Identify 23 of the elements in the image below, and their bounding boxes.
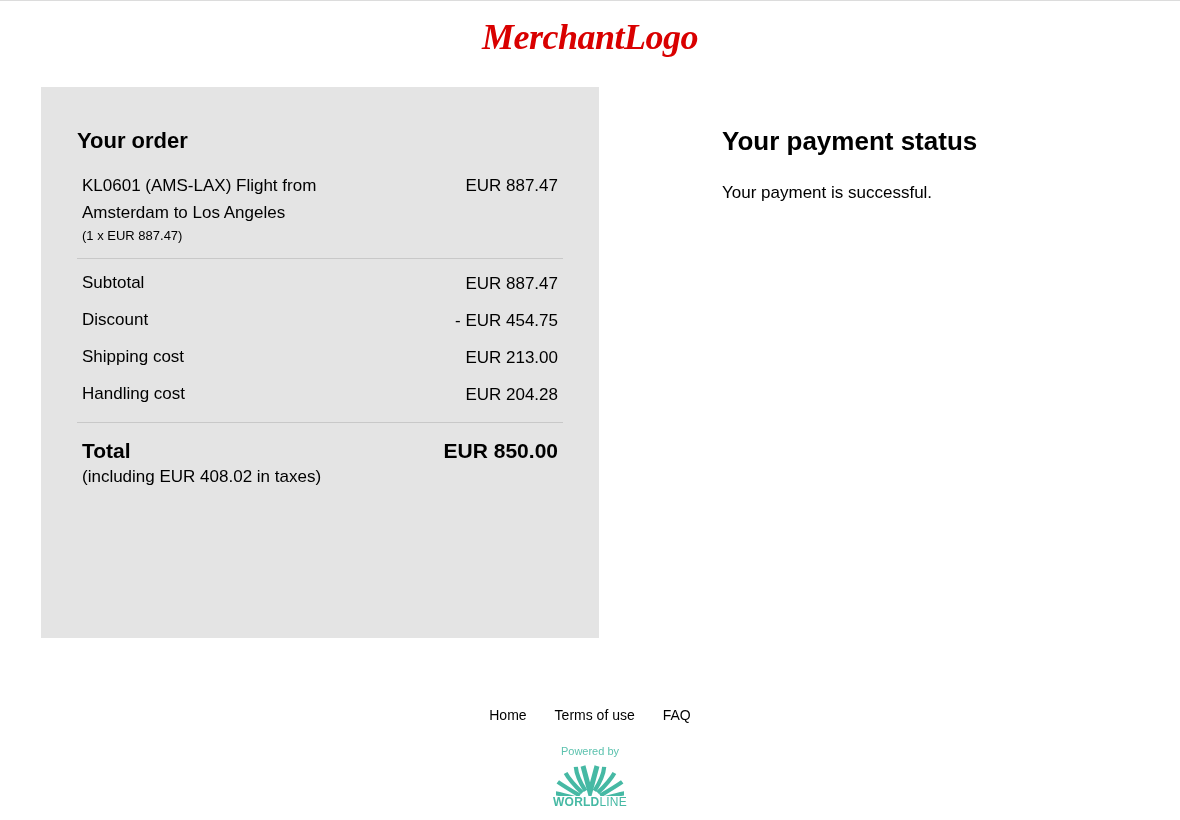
item-quantity: (1 x EUR 887.47)	[82, 228, 184, 244]
summary-label: Subtotal	[82, 272, 145, 294]
footer-link[interactable]: Terms of use	[554, 705, 635, 725]
summary-label: Shipping cost	[82, 346, 185, 368]
tax-note: (including EUR 408.02 in taxes)	[81, 466, 323, 488]
summary-value: EUR 204.28	[465, 384, 558, 406]
summary-value: EUR 887.47	[465, 273, 558, 295]
total-label: Total	[82, 438, 131, 464]
payment-status-title: Your payment status	[722, 125, 978, 157]
summary-value: - EUR 454.75	[455, 310, 558, 332]
summary-label: Handling cost	[82, 383, 185, 405]
payment-status-message: Your payment is successful.	[722, 182, 934, 204]
item-price: EUR 887.47	[465, 175, 558, 197]
summary-label: Discount	[82, 309, 149, 331]
powered-by-text: Powered by	[560, 744, 620, 758]
footer-link[interactable]: Home	[489, 705, 527, 725]
total-value: EUR 850.00	[443, 438, 558, 464]
logo-wordmark: WORLDLINE	[553, 796, 627, 808]
merchant-logo: MerchantLogo	[482, 16, 698, 59]
order-title: Your order	[77, 127, 189, 155]
footer-link[interactable]: FAQ	[662, 705, 691, 725]
summary-value: EUR 213.00	[465, 347, 558, 369]
item-name: KL0601 (AMS-LAX) Flight from Amsterdam to Los Angeles	[82, 175, 318, 224]
